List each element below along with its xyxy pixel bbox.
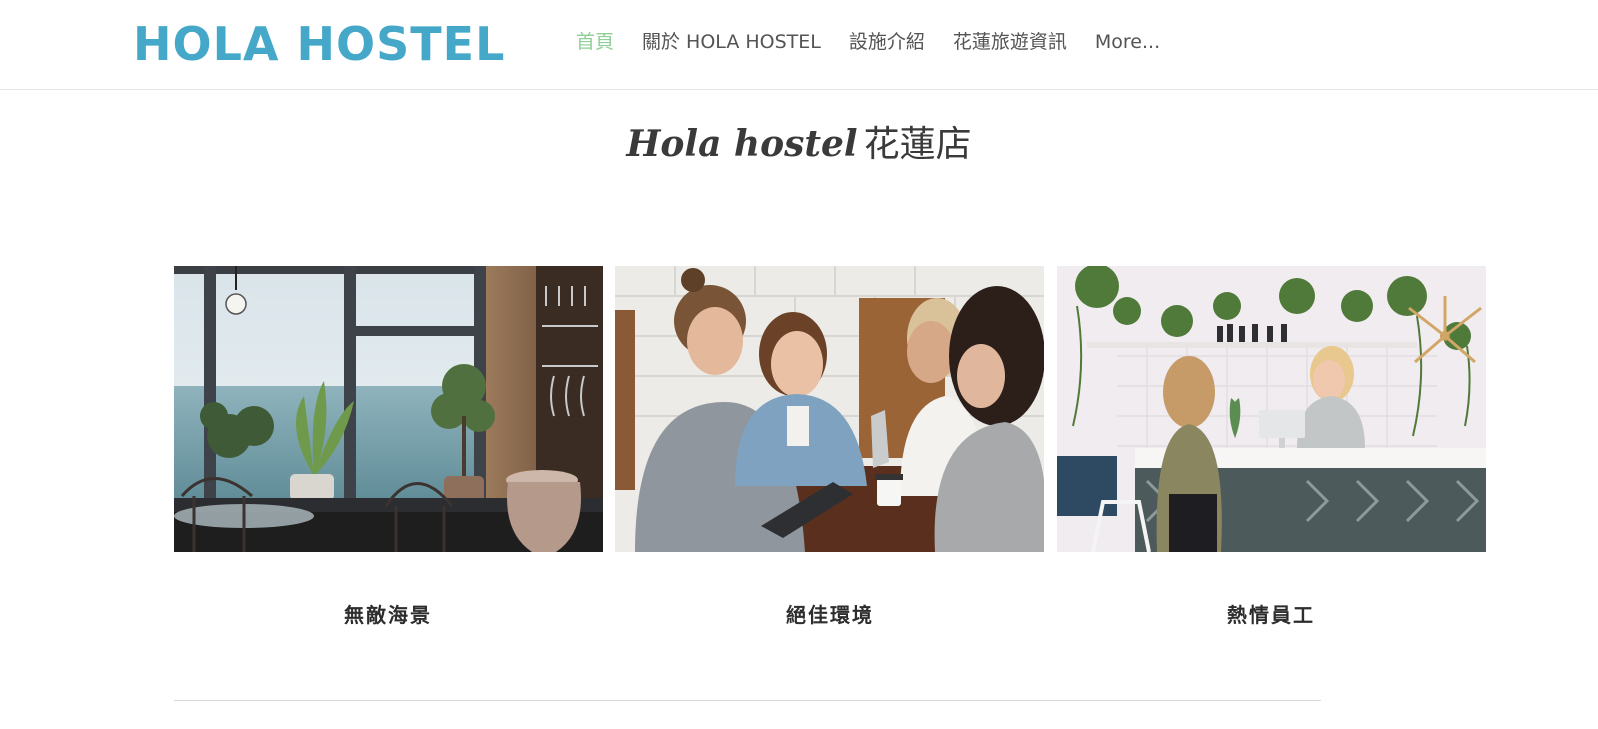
page-title-script: Hola hostel xyxy=(626,123,858,165)
feature-caption-sea-view: 無敵海景 xyxy=(344,603,432,627)
feature-caption-staff: 熱情員工 xyxy=(1227,603,1315,627)
nav-item-travel-info[interactable]: 花蓮旅遊資訊 xyxy=(953,27,1067,57)
nav-item-about[interactable]: 關於 HOLA HOSTEL xyxy=(642,27,821,57)
main-nav: 首頁 關於 HOLA HOSTEL 設施介紹 花蓮旅遊資訊 More... xyxy=(576,27,1188,57)
nav-item-more[interactable]: More... xyxy=(1095,27,1160,57)
sea-view-cafe-photo xyxy=(174,266,603,552)
nav-item-home[interactable]: 首頁 xyxy=(576,27,614,57)
site-header: HOLA HOSTEL 首頁 關於 HOLA HOSTEL 設施介紹 花蓮旅遊資… xyxy=(0,0,1598,90)
section-divider xyxy=(174,700,1321,701)
nav-item-facilities[interactable]: 設施介紹 xyxy=(849,27,925,57)
page-title-branch: 花蓮店 xyxy=(863,124,972,165)
feature-caption-environment: 絕佳環境 xyxy=(786,603,874,627)
page-title: Hola hostel 花蓮店 xyxy=(0,118,1598,171)
reception-desk-photo xyxy=(1057,266,1486,552)
site-logo[interactable]: HOLA HOSTEL xyxy=(133,14,505,74)
friends-at-table-photo xyxy=(615,266,1044,552)
